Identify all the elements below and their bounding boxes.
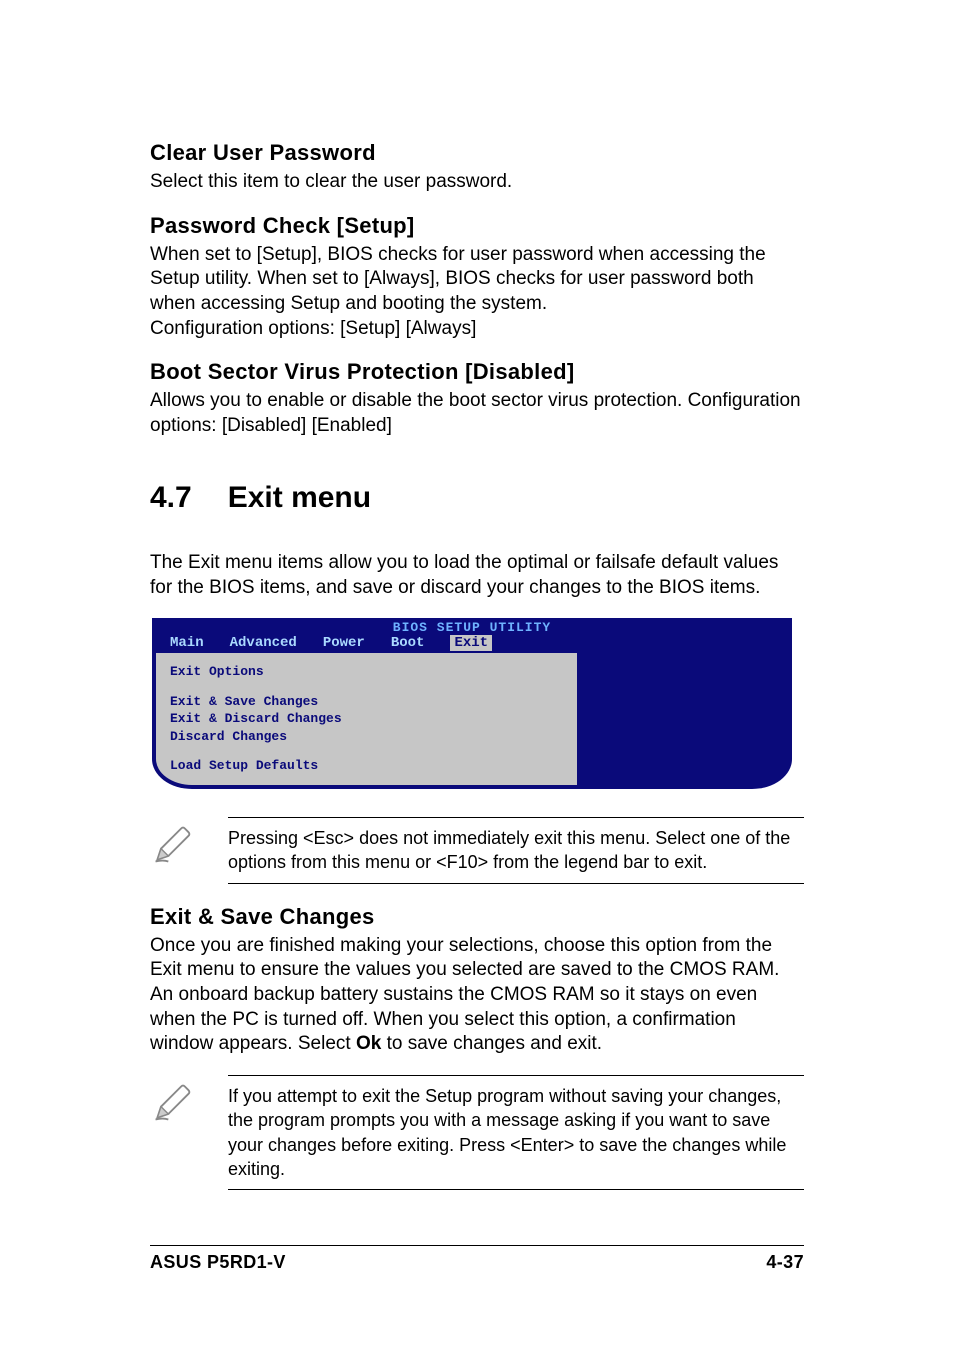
bios-tab-exit: Exit [450, 635, 492, 651]
bios-screenshot: BIOS SETUP UTILITY Main Advanced Power B… [152, 618, 792, 789]
body-boot-sector-virus: Allows you to enable or disable the boot… [150, 389, 804, 438]
body-exit-save-changes: Once you are finished making your select… [150, 934, 804, 1057]
heading-password-check: Password Check [Setup] [150, 213, 804, 239]
note-esc: Pressing <Esc> does not immediately exit… [150, 817, 804, 884]
body-clear-user-password: Select this item to clear the user passw… [150, 170, 804, 195]
bios-tab-main: Main [170, 635, 204, 651]
heading-exit-save-changes: Exit & Save Changes [150, 904, 804, 930]
bios-item-exit-save: Exit & Save Changes [170, 693, 563, 711]
bios-tab-power: Power [323, 635, 365, 651]
bios-item-load-defaults: Load Setup Defaults [170, 757, 563, 775]
section-title: Exit menu [228, 481, 371, 515]
section-heading-exit-menu: 4.7 Exit menu [150, 481, 804, 515]
bios-tabs: Main Advanced Power Boot Exit [152, 635, 792, 653]
note-exit-without-save: If you attempt to exit the Setup program… [150, 1075, 804, 1190]
bios-tab-advanced: Advanced [230, 635, 297, 651]
bios-header: BIOS SETUP UTILITY Main Advanced Power B… [152, 618, 792, 653]
bios-left-panel: Exit Options Exit & Save Changes Exit & … [152, 653, 577, 789]
note-exit-without-save-text: If you attempt to exit the Setup program… [228, 1075, 804, 1190]
footer-product: ASUS P5RD1-V [150, 1252, 286, 1273]
bios-right-panel [577, 653, 792, 789]
bios-body: Exit Options Exit & Save Changes Exit & … [152, 653, 792, 789]
bios-item-discard: Discard Changes [170, 728, 563, 746]
section-number: 4.7 [150, 481, 192, 515]
bios-tab-boot: Boot [391, 635, 425, 651]
pencil-note-icon [150, 1075, 200, 1130]
pencil-note-icon [150, 817, 200, 872]
bios-item-exit-discard: Exit & Discard Changes [170, 710, 563, 728]
body-exit-save-after: to save changes and exit. [381, 1033, 602, 1054]
heading-clear-user-password: Clear User Password [150, 140, 804, 166]
footer-page-number: 4-37 [766, 1252, 804, 1273]
intro-paragraph: The Exit menu items allow you to load th… [150, 551, 804, 600]
note-esc-text: Pressing <Esc> does not immediately exit… [228, 817, 804, 884]
bios-panel-title: Exit Options [170, 663, 563, 681]
heading-boot-sector-virus: Boot Sector Virus Protection [Disabled] [150, 359, 804, 385]
ok-label: Ok [356, 1033, 381, 1054]
bios-title: BIOS SETUP UTILITY [152, 620, 792, 635]
body-password-check: When set to [Setup], BIOS checks for use… [150, 243, 804, 342]
page-footer: ASUS P5RD1-V 4-37 [150, 1245, 804, 1273]
